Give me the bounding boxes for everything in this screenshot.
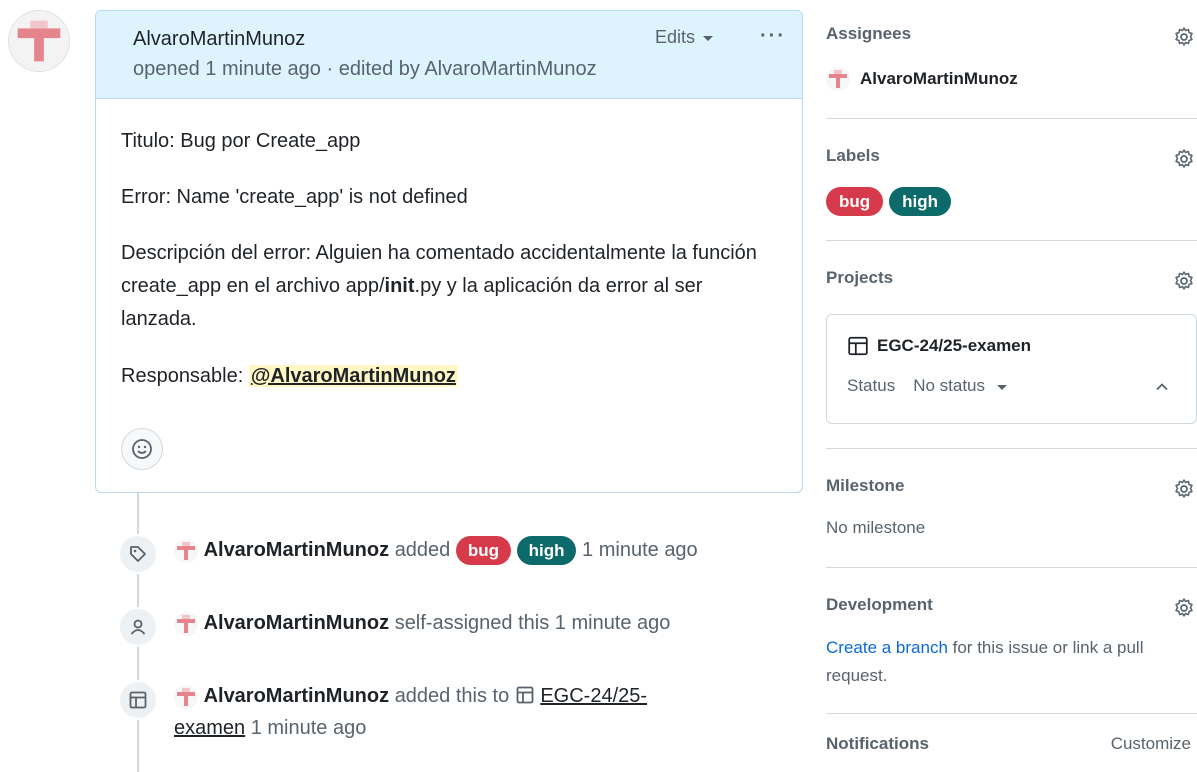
gear-icon[interactable] (1173, 148, 1195, 170)
milestone-value: No milestone (826, 518, 926, 537)
create-branch-link[interactable]: Create a branch (826, 638, 948, 657)
issue-comment: AlvaroMartinMunoz opened 1 minute ago · … (95, 10, 803, 493)
label-bug[interactable]: bug (455, 536, 512, 566)
chevron-down-icon (703, 36, 714, 41)
actor-name[interactable]: AlvaroMartinMunoz (204, 685, 390, 707)
project-status-row: Status No status (847, 376, 1008, 396)
comment-subline: opened 1 minute ago · edited by AlvaroMa… (133, 58, 597, 80)
gear-icon[interactable] (1173, 270, 1195, 292)
assignee-avatar (826, 67, 850, 91)
notifications-section: Notifications Customize (826, 714, 1197, 772)
kebab-menu-icon[interactable]: ··· (760, 25, 786, 48)
assignees-title[interactable]: Assignees (826, 24, 911, 44)
status-dropdown[interactable]: No status (913, 376, 1008, 396)
tag-icon (118, 534, 158, 574)
user-mention[interactable]: @AlvaroMartinMunoz (248, 365, 458, 387)
development-section: Development Create a branch for this iss… (826, 568, 1197, 714)
actor-name[interactable]: AlvaroMartinMunoz (204, 612, 390, 634)
smiley-icon (132, 439, 152, 459)
assignee-name: AlvaroMartinMunoz (860, 69, 1018, 88)
notifications-title: Notifications (826, 734, 929, 753)
assignee-user[interactable]: AlvaroMartinMunoz (826, 67, 1018, 91)
chevron-up-icon[interactable] (1154, 379, 1170, 395)
comment-header: AlvaroMartinMunoz opened 1 minute ago · … (96, 11, 802, 99)
projects-section: Projects EGC-24/25-examen Status No stat… (826, 241, 1197, 449)
comment-body: Titulo: Bug por Create_app Error: Name '… (121, 125, 781, 416)
actor-avatar[interactable] (174, 684, 198, 709)
table-icon (516, 686, 534, 704)
event-time[interactable]: 1 minute ago (555, 612, 671, 634)
body-description: Descripción del error: Alguien ha coment… (121, 242, 757, 330)
milestone-title[interactable]: Milestone (826, 476, 904, 496)
timeline-event-assigned: AlvaroMartinMunoz self-assigned this 1 m… (118, 607, 670, 647)
milestone-section: Milestone No milestone (826, 449, 1197, 568)
gear-icon[interactable] (1173, 597, 1195, 619)
gear-icon[interactable] (1173, 478, 1195, 500)
gear-icon[interactable] (1173, 26, 1195, 48)
customize-link[interactable]: Customize (1111, 734, 1191, 754)
table-icon (848, 336, 868, 356)
project-card: EGC-24/25-examen Status No status (826, 314, 1197, 424)
timeline-event-project: AlvaroMartinMunoz added this to EGC-24/2… (118, 680, 718, 744)
label-high[interactable]: high (516, 536, 577, 566)
bold-init: init (384, 275, 415, 297)
timeline-event-labeled: AlvaroMartinMunoz added bug high 1 minut… (118, 534, 698, 574)
comment-author[interactable]: AlvaroMartinMunoz (133, 28, 305, 51)
actor-avatar[interactable] (174, 611, 198, 636)
event-time[interactable]: 1 minute ago (251, 717, 367, 739)
table-icon (118, 680, 158, 720)
actor-name[interactable]: AlvaroMartinMunoz (204, 539, 390, 561)
chevron-down-icon (997, 384, 1008, 390)
label-bug[interactable]: bug (826, 187, 884, 216)
edits-label: Edits (655, 27, 696, 47)
labels-section: Labels bug high (826, 119, 1197, 241)
projects-title[interactable]: Projects (826, 268, 893, 288)
label-high[interactable]: high (889, 187, 952, 216)
body-error-line: Error: Name 'create_app' is not defined (121, 186, 468, 208)
person-icon (118, 607, 158, 647)
assignees-section: Assignees AlvaroMartinMunoz (826, 0, 1197, 119)
add-reaction-button[interactable] (121, 428, 163, 470)
development-title[interactable]: Development (826, 595, 933, 615)
actor-avatar[interactable] (174, 538, 198, 563)
status-label: Status (847, 376, 896, 395)
author-avatar[interactable] (8, 10, 70, 72)
development-text: Create a branch for this issue or link a… (826, 638, 1144, 685)
labels-title[interactable]: Labels (826, 146, 880, 166)
event-time[interactable]: 1 minute ago (582, 539, 698, 561)
body-responsable: Responsable: @AlvaroMartinMunoz (121, 365, 458, 387)
body-title-line: Titulo: Bug por Create_app (121, 130, 361, 152)
project-name[interactable]: EGC-24/25-examen (847, 335, 1031, 357)
edits-dropdown[interactable]: Edits (655, 27, 714, 48)
